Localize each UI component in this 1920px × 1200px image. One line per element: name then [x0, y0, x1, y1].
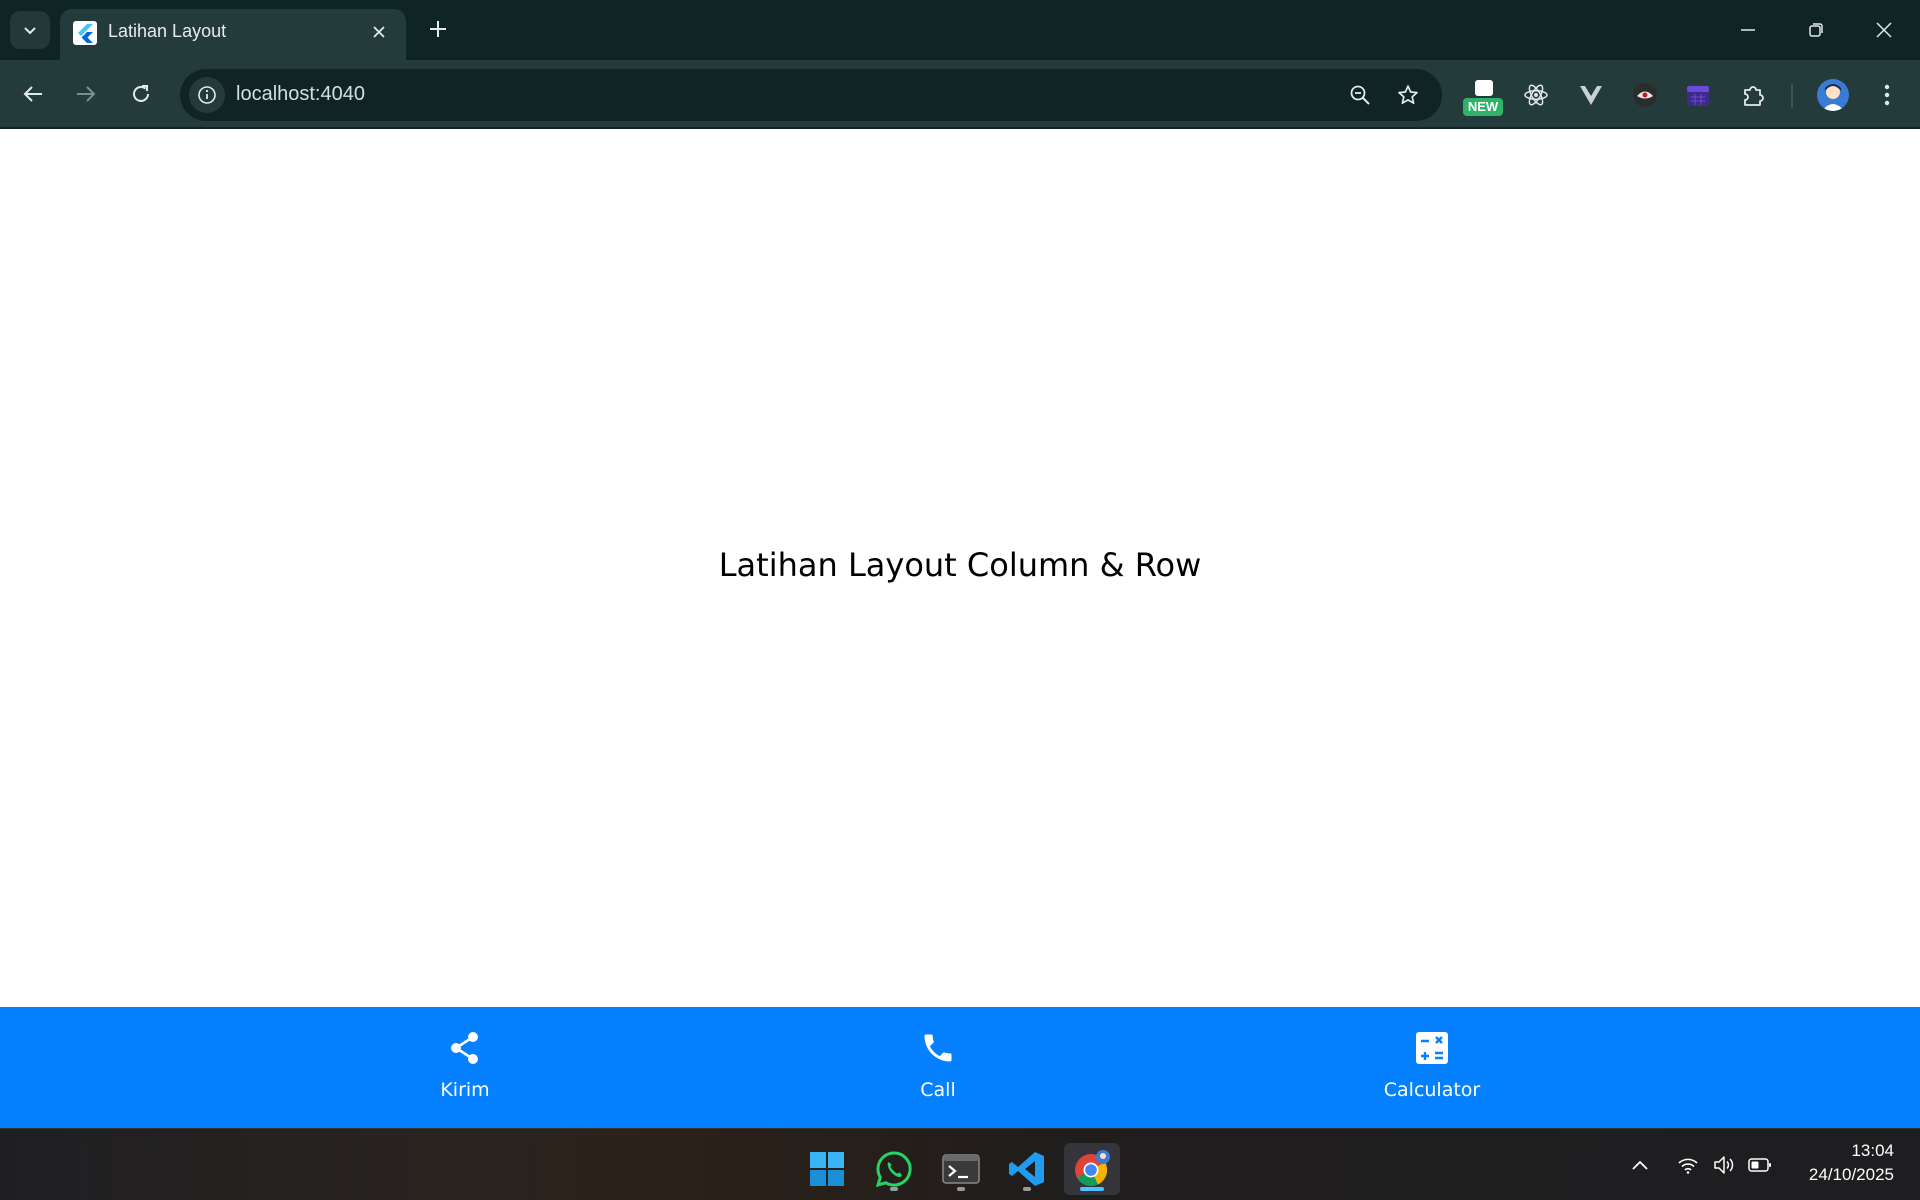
clock-date: 24/10/2025 [1808, 1165, 1894, 1184]
terminal-icon[interactable] [933, 1143, 989, 1195]
wifi-icon[interactable] [1674, 1147, 1702, 1183]
forward-button[interactable] [66, 74, 106, 114]
tab-search-button[interactable] [10, 11, 50, 49]
arrow-left-icon [23, 86, 42, 102]
star-icon [1398, 85, 1418, 105]
info-icon [198, 86, 216, 104]
nav-item-label: Kirim [440, 1079, 490, 1101]
zoom-out-icon [1350, 85, 1370, 105]
running-indicator [890, 1187, 898, 1191]
new-tab-button[interactable] [420, 11, 456, 47]
running-indicator [1023, 1187, 1031, 1191]
toolbar-separator [1791, 84, 1793, 108]
close-window-button[interactable] [1850, 0, 1918, 60]
phone-icon [918, 1028, 958, 1068]
clipboard-icon [1475, 80, 1493, 96]
chevron-down-icon [24, 27, 36, 35]
bottom-navigation-bar: Kirim Call Calculator [0, 1007, 1920, 1128]
site-info-button[interactable] [189, 77, 225, 113]
extensions-puzzle-icon[interactable] [1732, 74, 1774, 116]
volume-icon[interactable] [1710, 1147, 1738, 1183]
whatsapp-icon[interactable] [866, 1143, 922, 1195]
clock-time: 13:04 [1851, 1141, 1894, 1160]
plus-icon [430, 21, 446, 37]
minimize-button[interactable] [1714, 0, 1782, 60]
bookmark-button[interactable] [1394, 81, 1422, 109]
browser-toolbar: localhost:4040 NEW [0, 60, 1920, 129]
windows-start-icon[interactable] [799, 1143, 855, 1195]
running-indicator [957, 1187, 965, 1191]
browser-menu-button[interactable] [1866, 74, 1908, 116]
chrome-icon[interactable] [1064, 1143, 1120, 1195]
nav-item-label: Calculator [1383, 1079, 1481, 1101]
close-tab-button[interactable] [366, 19, 392, 45]
share-icon [445, 1028, 485, 1068]
extension-icon[interactable] [1624, 74, 1666, 116]
nav-item-call[interactable]: Call [818, 1007, 1058, 1128]
tab-title: Latihan Layout [108, 21, 227, 41]
taskbar-clock[interactable]: 13:04 24/10/2025 [1780, 1139, 1894, 1187]
profile-avatar[interactable] [1817, 79, 1849, 111]
windows-taskbar: 13:04 24/10/2025 [0, 1128, 1920, 1200]
address-bar[interactable]: localhost:4040 [180, 69, 1442, 121]
nav-item-calculator[interactable]: Calculator [1312, 1007, 1552, 1128]
active-indicator [1080, 1187, 1104, 1191]
chevron-up-icon [1632, 1160, 1648, 1170]
calendar-extension-icon[interactable] [1677, 74, 1719, 116]
minimize-icon [1741, 29, 1755, 31]
browser-tab[interactable]: Latihan Layout [60, 9, 406, 60]
arrow-right-icon [77, 86, 96, 102]
vue-devtools-icon[interactable] [1570, 74, 1612, 116]
nav-item-label: Call [920, 1079, 956, 1101]
page-content: Latihan Layout Column & Row [0, 131, 1920, 1007]
vscode-icon[interactable] [999, 1143, 1055, 1195]
flutter-favicon-icon [73, 21, 97, 45]
page-heading: Latihan Layout Column & Row [718, 546, 1202, 584]
close-icon [1876, 22, 1892, 38]
calculator-icon [1412, 1028, 1452, 1068]
more-vertical-icon [1884, 84, 1890, 106]
battery-icon[interactable] [1746, 1147, 1774, 1183]
browser-tab-strip: Latihan Layout [0, 0, 1920, 60]
reload-icon [133, 85, 149, 102]
reload-button[interactable] [121, 74, 161, 114]
url-text[interactable]: localhost:4040 [236, 83, 365, 106]
back-button[interactable] [13, 74, 53, 114]
show-hidden-icons-button[interactable] [1626, 1147, 1654, 1183]
avatar-icon [1822, 84, 1844, 111]
nav-item-kirim[interactable]: Kirim [345, 1007, 585, 1128]
close-icon [373, 26, 385, 38]
restore-button[interactable] [1782, 0, 1850, 60]
new-badge-label: NEW [1463, 98, 1503, 116]
zoom-button[interactable] [1346, 81, 1374, 109]
react-devtools-icon[interactable] [1515, 74, 1557, 116]
restore-icon [1809, 23, 1823, 37]
new-badge-extension[interactable]: NEW [1462, 80, 1504, 116]
